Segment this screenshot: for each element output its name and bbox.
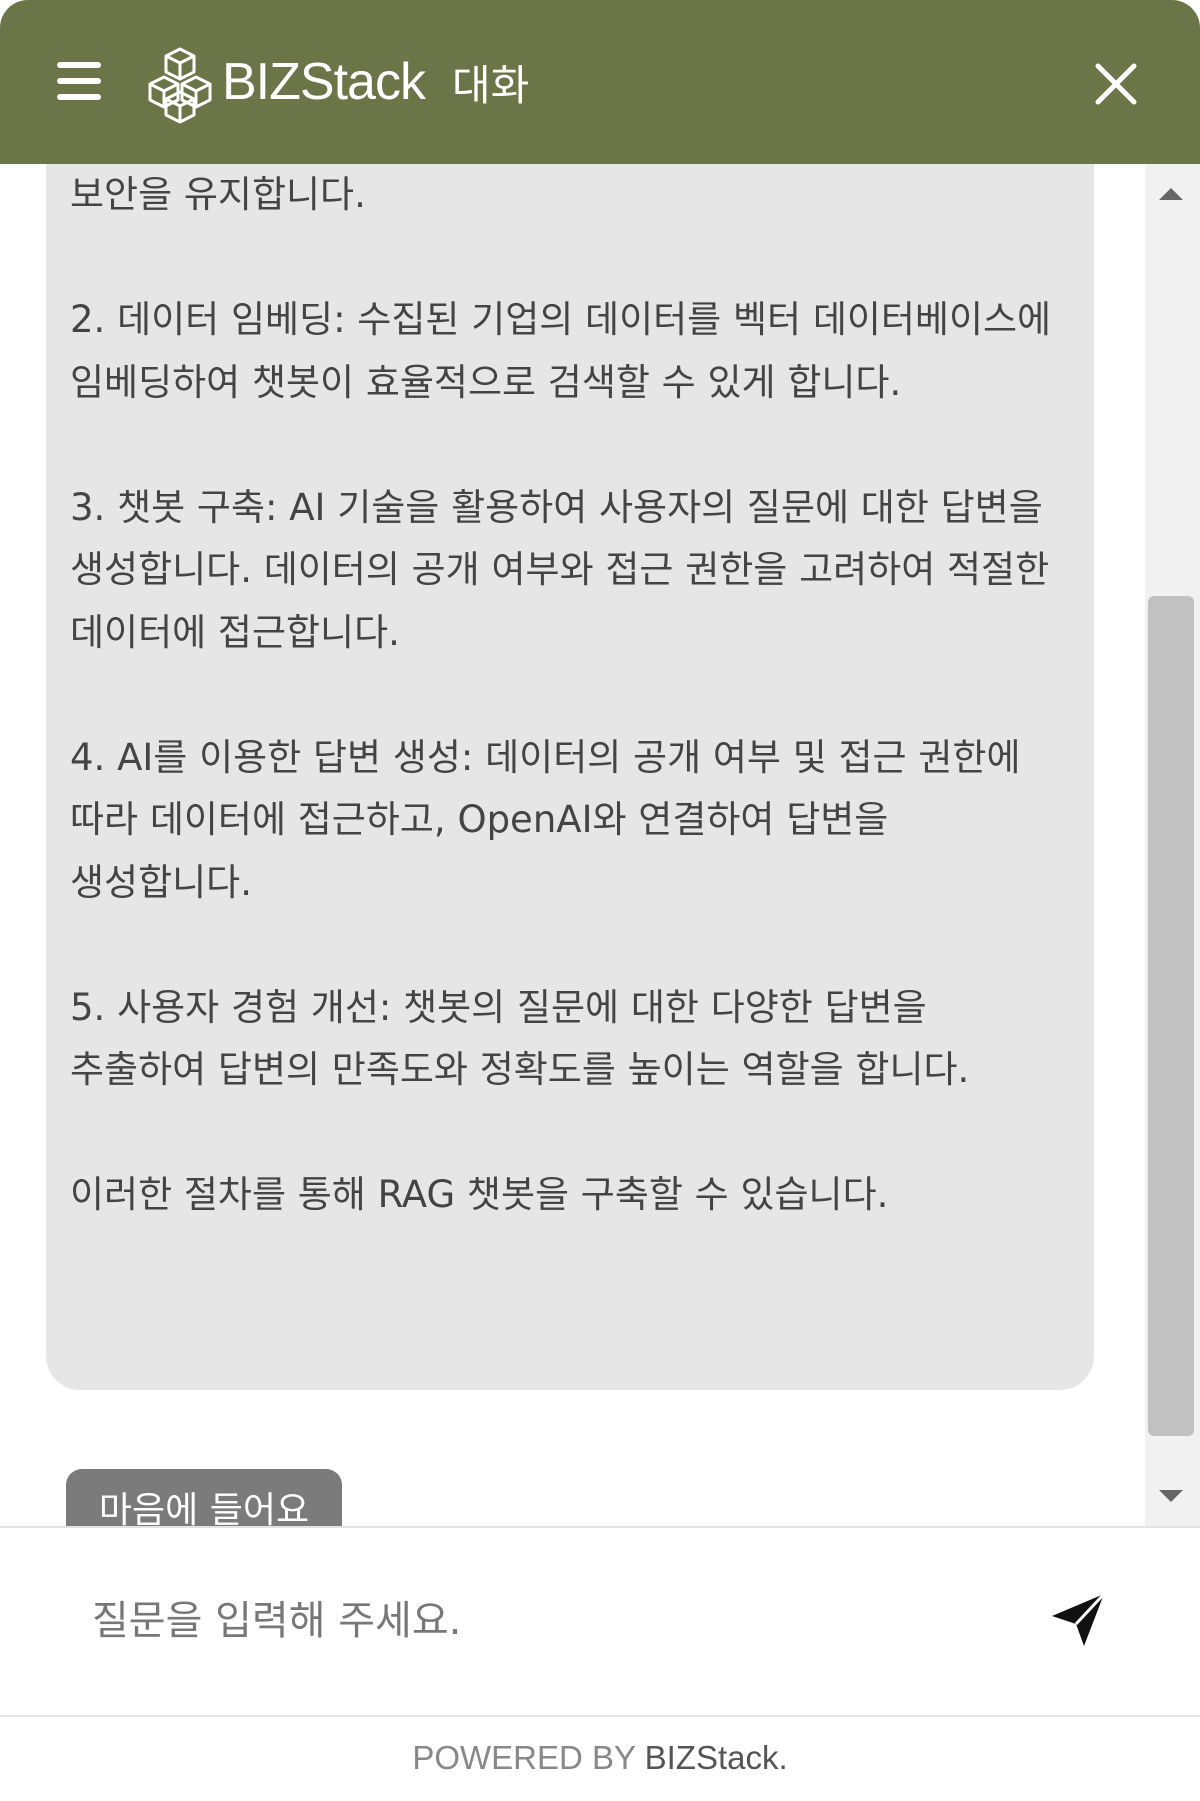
bot-message-text: 보안을 유지합니다. 2. 데이터 임베딩: 수집된 기업의 데이터를 벡터 데… — [70, 173, 1052, 1216]
chat-messages: 보안을 유지합니다. 2. 데이터 임베딩: 수집된 기업의 데이터를 벡터 데… — [0, 164, 1145, 1526]
scroll-down-arrow-icon[interactable] — [1159, 1490, 1183, 1502]
send-paper-plane-icon[interactable] — [1048, 1590, 1108, 1650]
scroll-thumb[interactable] — [1148, 596, 1194, 1436]
bot-message-bubble: 보안을 유지합니다. 2. 데이터 임베딩: 수집된 기업의 데이터를 벡터 데… — [46, 164, 1094, 1390]
chat-scrollbar[interactable] — [1145, 164, 1200, 1526]
close-icon[interactable] — [1088, 56, 1144, 112]
like-tooltip: 마음에 들어요 — [66, 1469, 342, 1526]
scroll-up-arrow-icon[interactable] — [1159, 188, 1183, 200]
chat-header: BIZStack 대화 — [0, 0, 1200, 164]
powered-by-label: POWERED BY — [412, 1739, 645, 1776]
footer-brand[interactable]: BIZStack. — [645, 1739, 788, 1776]
header-subtitle: 대화 — [452, 61, 530, 110]
powered-by-footer: POWERED BY BIZStack. — [0, 1715, 1200, 1801]
cubes-logo-icon — [148, 47, 212, 124]
brand-name: BIZStack — [222, 53, 426, 111]
question-input[interactable] — [90, 1580, 974, 1662]
chat-input-area — [0, 1526, 1200, 1717]
hamburger-menu-icon[interactable] — [54, 62, 104, 102]
